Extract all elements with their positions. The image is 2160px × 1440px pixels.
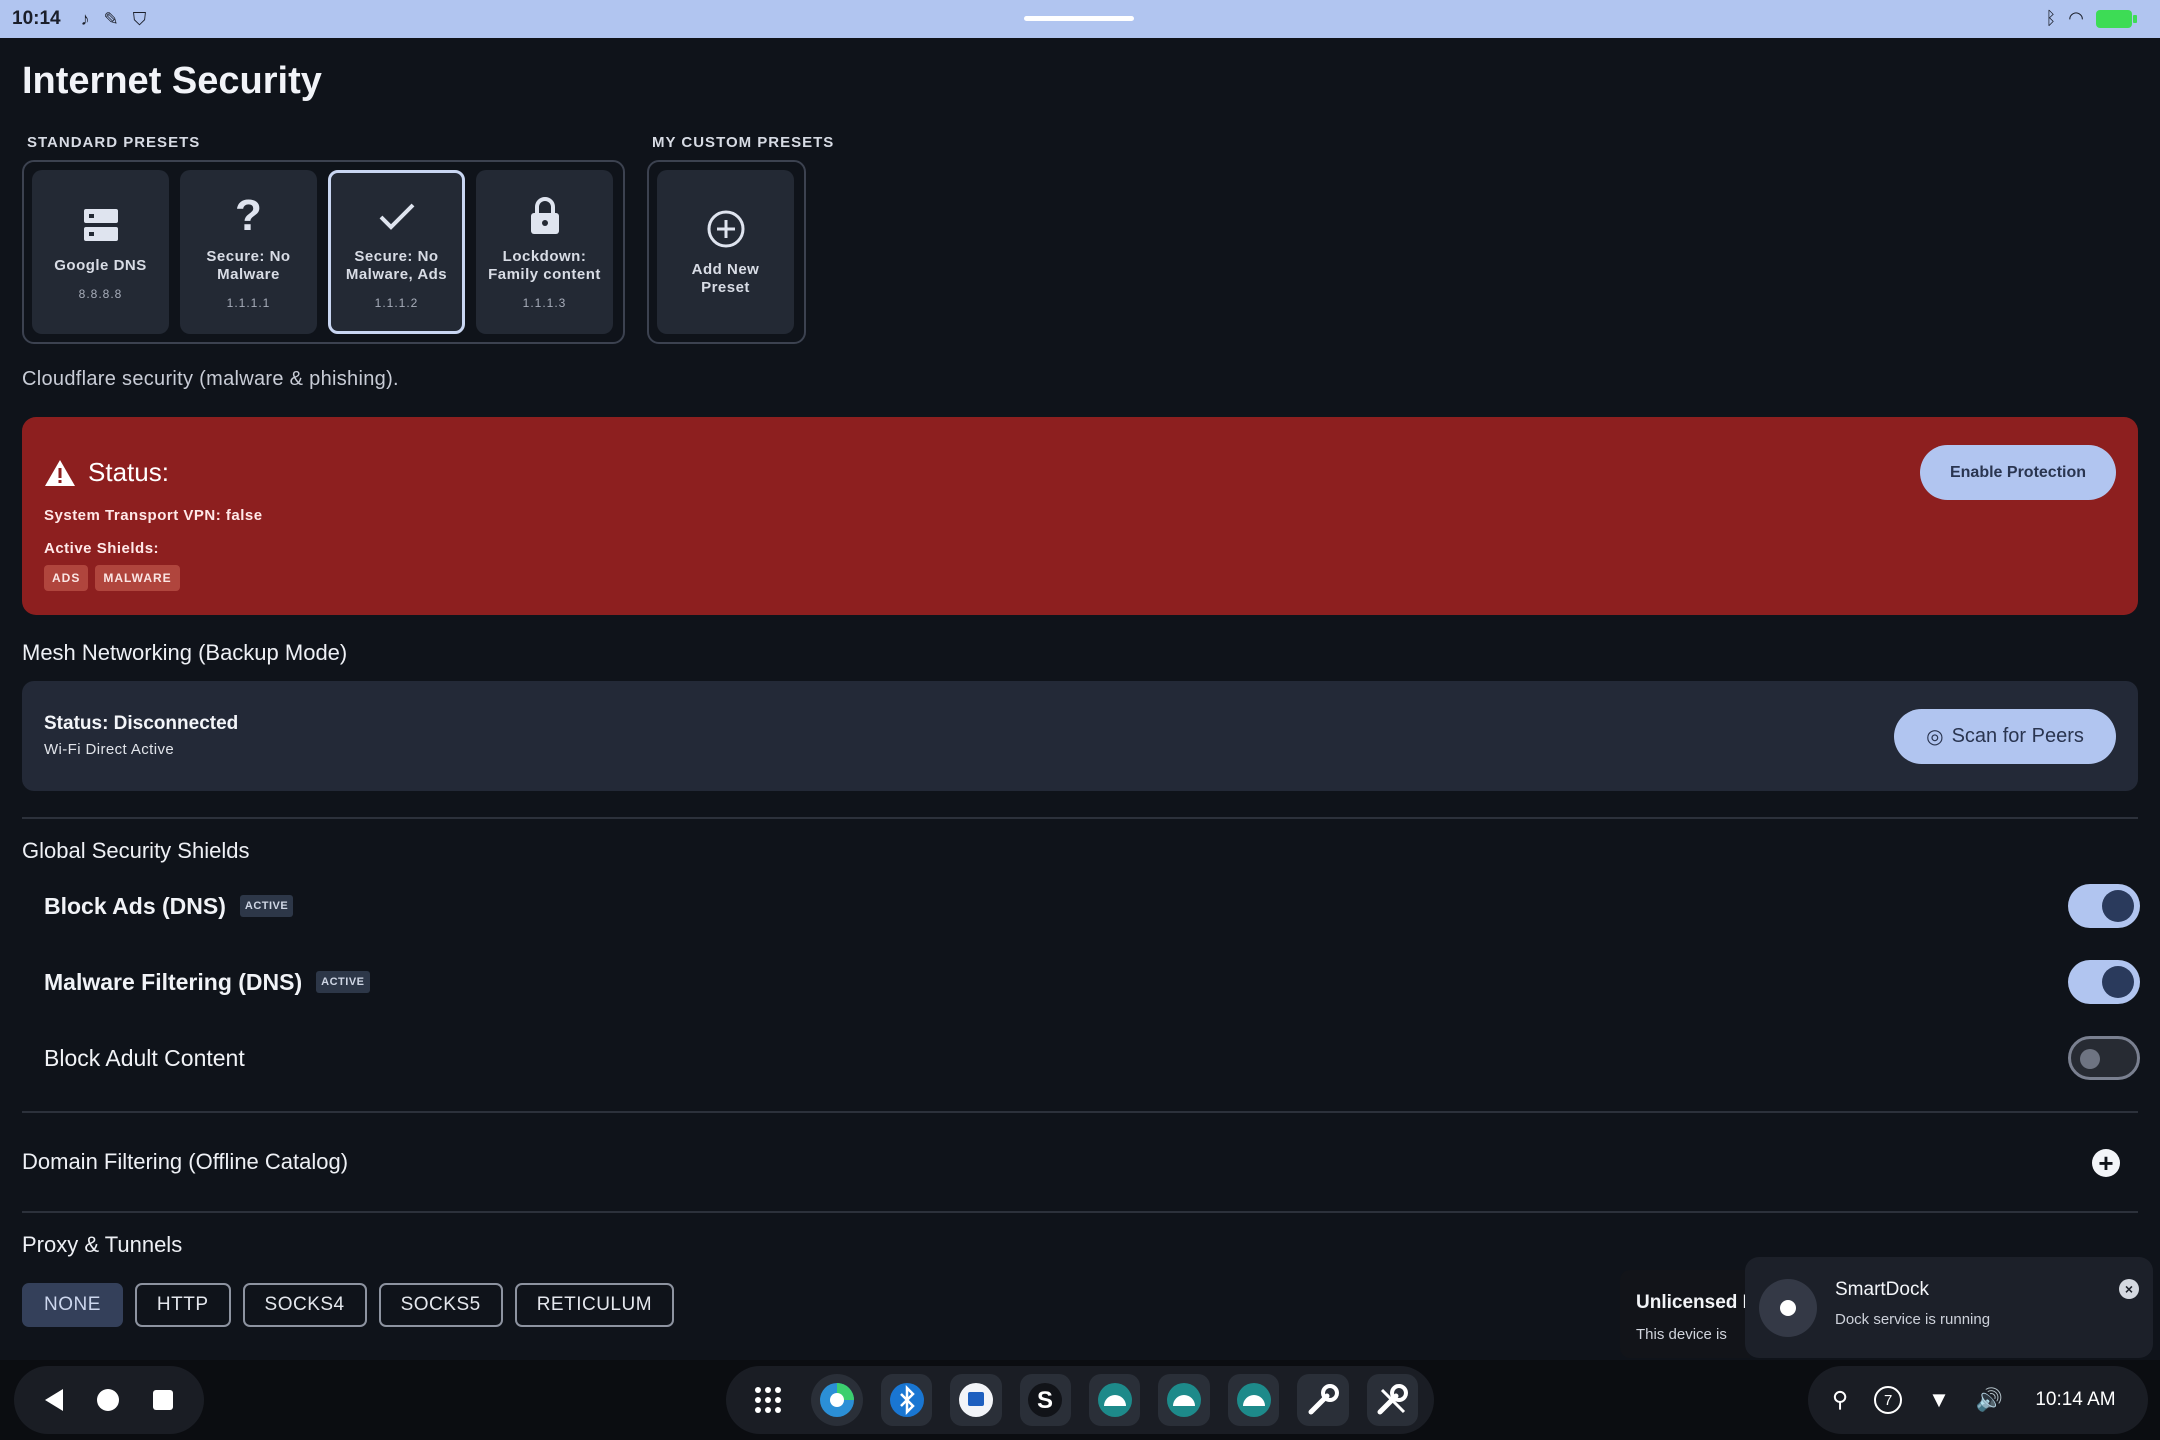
browser-app-icon[interactable] xyxy=(811,1374,863,1426)
warning-icon xyxy=(45,459,75,486)
wifi-icon: ◠ xyxy=(2068,8,2084,28)
system-tray: ⚲ 7 ▼ 🔊 10:14 AM xyxy=(1808,1366,2148,1434)
protection-status-card: Status: System Transport VPN: false Acti… xyxy=(22,417,2138,615)
shield-row-block-adult: Block Adult Content xyxy=(44,1028,2140,1088)
active-shields-label: Active Shields: xyxy=(44,540,160,557)
mesh-heading: Mesh Networking (Backup Mode) xyxy=(22,640,348,665)
mesh-card: Status: Disconnected Wi-Fi Direct Active… xyxy=(22,681,2138,791)
svg-text:S: S xyxy=(1037,1387,1053,1414)
standard-presets-label: STANDARD PRESETS xyxy=(27,134,201,151)
vpn-status-line: System Transport VPN: false xyxy=(44,507,263,524)
divider xyxy=(22,817,2138,819)
shields-heading: Global Security Shields xyxy=(22,838,250,863)
taskbar: S ⚲ 7 ▼ 🔊 10:14 AM xyxy=(0,1360,2160,1440)
music-note-icon: ♪ xyxy=(80,8,90,29)
wrench-icon: ✎ xyxy=(103,8,119,29)
status-badge: ACTIVE xyxy=(239,895,294,917)
wrench-app-icon[interactable] xyxy=(1297,1374,1349,1426)
chip-ads: ADS xyxy=(44,565,89,591)
preset-description: Cloudflare security (malware & phishing)… xyxy=(22,368,399,390)
android-app-icon[interactable] xyxy=(1227,1374,1280,1426)
proxy-options: NONE HTTP SOCKS4 SOCKS5 RETICULUM xyxy=(22,1283,675,1327)
shield-icon: ⛉ xyxy=(132,8,147,29)
tools-app-icon[interactable] xyxy=(1366,1374,1419,1426)
proxy-option-socks5[interactable]: SOCKS5 xyxy=(378,1283,503,1327)
block-ads-toggle[interactable] xyxy=(2068,884,2140,928)
malware-filtering-toggle[interactable] xyxy=(2068,960,2140,1004)
domain-filtering-heading[interactable]: Domain Filtering (Offline Catalog) xyxy=(22,1149,348,1175)
android-app-icon[interactable] xyxy=(1089,1374,1141,1426)
bluetooth-app-icon[interactable] xyxy=(880,1374,933,1426)
page-title: Internet Security xyxy=(22,60,322,102)
shield-row-malware-filtering: Malware Filtering (DNS) ACTIVE xyxy=(44,952,2140,1012)
divider xyxy=(22,1111,2138,1113)
preset-lockdown-family[interactable]: Lockdown: Family content 1.1.1.3 xyxy=(476,170,613,334)
system-status-bar: 10:14 ♪ ✎ ⛉ ᛒ ◠ xyxy=(0,0,2160,38)
home-icon[interactable] xyxy=(97,1389,119,1411)
close-icon[interactable]: × xyxy=(2119,1279,2139,1299)
preset-secure-no-malware[interactable]: ? Secure: No Malware 1.1.1.1 xyxy=(180,170,317,334)
divider xyxy=(22,1211,2138,1213)
proxy-option-http[interactable]: HTTP xyxy=(134,1283,231,1327)
android-app-icon[interactable] xyxy=(1158,1374,1210,1426)
proxy-heading: Proxy & Tunnels xyxy=(22,1232,183,1257)
proxy-option-reticulum[interactable]: RETICULUM xyxy=(514,1283,675,1327)
notification-count-badge[interactable]: 7 xyxy=(1874,1386,1903,1414)
status-time: 10:14 xyxy=(12,8,61,29)
navigation-buttons xyxy=(14,1366,204,1434)
shield-row-block-ads: Block Ads (DNS) ACTIVE xyxy=(44,876,2140,936)
enable-protection-button[interactable]: Enable Protection xyxy=(1920,445,2116,500)
s-app-icon[interactable]: S xyxy=(1019,1374,1072,1426)
wifi-icon[interactable]: ▼ xyxy=(1928,1387,1950,1413)
smartdock-notification[interactable]: SmartDock Dock service is running × xyxy=(1745,1257,2153,1358)
custom-presets-label: MY CUSTOM PRESETS xyxy=(652,134,835,151)
check-icon xyxy=(375,194,419,238)
app-dock: S xyxy=(726,1366,1434,1434)
mesh-sub: Wi-Fi Direct Active xyxy=(44,741,175,758)
scan-for-peers-button[interactable]: ◎ Scan for Peers xyxy=(1894,709,2116,764)
preset-secure-no-malware-ads[interactable]: Secure: No Malware, Ads 1.1.1.2 xyxy=(328,170,465,334)
radar-icon: ◎ xyxy=(1926,726,1944,748)
mesh-status: Status: Disconnected xyxy=(44,713,239,734)
back-icon[interactable] xyxy=(45,1389,63,1411)
proxy-option-none[interactable]: NONE xyxy=(22,1283,123,1327)
status-badge: ACTIVE xyxy=(316,971,370,993)
active-shields-chips: ADS MALWARE xyxy=(44,565,180,591)
proxy-option-socks4[interactable]: SOCKS4 xyxy=(242,1283,367,1327)
status-title: Status: xyxy=(88,457,169,487)
status-handle[interactable] xyxy=(1024,16,1134,21)
block-adult-toggle[interactable] xyxy=(2068,1036,2140,1080)
add-new-preset-button[interactable]: Add New Preset xyxy=(657,170,794,334)
battery-icon xyxy=(2096,9,2137,28)
app-drawer-icon[interactable] xyxy=(742,1374,793,1426)
bluetooth-icon: ᛒ xyxy=(2045,8,2057,28)
record-icon xyxy=(1759,1279,1817,1337)
recents-icon[interactable] xyxy=(153,1390,173,1410)
lock-icon xyxy=(523,194,567,238)
add-circle-icon xyxy=(704,207,748,251)
preset-google-dns[interactable]: Google DNS 8.8.8.8 xyxy=(32,170,169,334)
pin-icon[interactable]: ⚲ xyxy=(1832,1387,1848,1413)
license-toast[interactable]: Unlicensed D This device is xyxy=(1620,1270,1750,1358)
question-icon: ? xyxy=(235,191,262,240)
volume-icon[interactable]: 🔊 xyxy=(1976,1387,2003,1413)
chip-malware: MALWARE xyxy=(95,565,180,591)
custom-presets-group: Add New Preset xyxy=(647,160,806,344)
standard-presets-group: Google DNS 8.8.8.8 ? Secure: No Malware … xyxy=(22,160,625,344)
expand-plus-icon[interactable]: + xyxy=(2092,1149,2120,1177)
terminal-app-icon[interactable] xyxy=(950,1374,1002,1426)
server-icon xyxy=(79,203,123,247)
taskbar-clock[interactable]: 10:14 AM xyxy=(2035,1389,2115,1411)
